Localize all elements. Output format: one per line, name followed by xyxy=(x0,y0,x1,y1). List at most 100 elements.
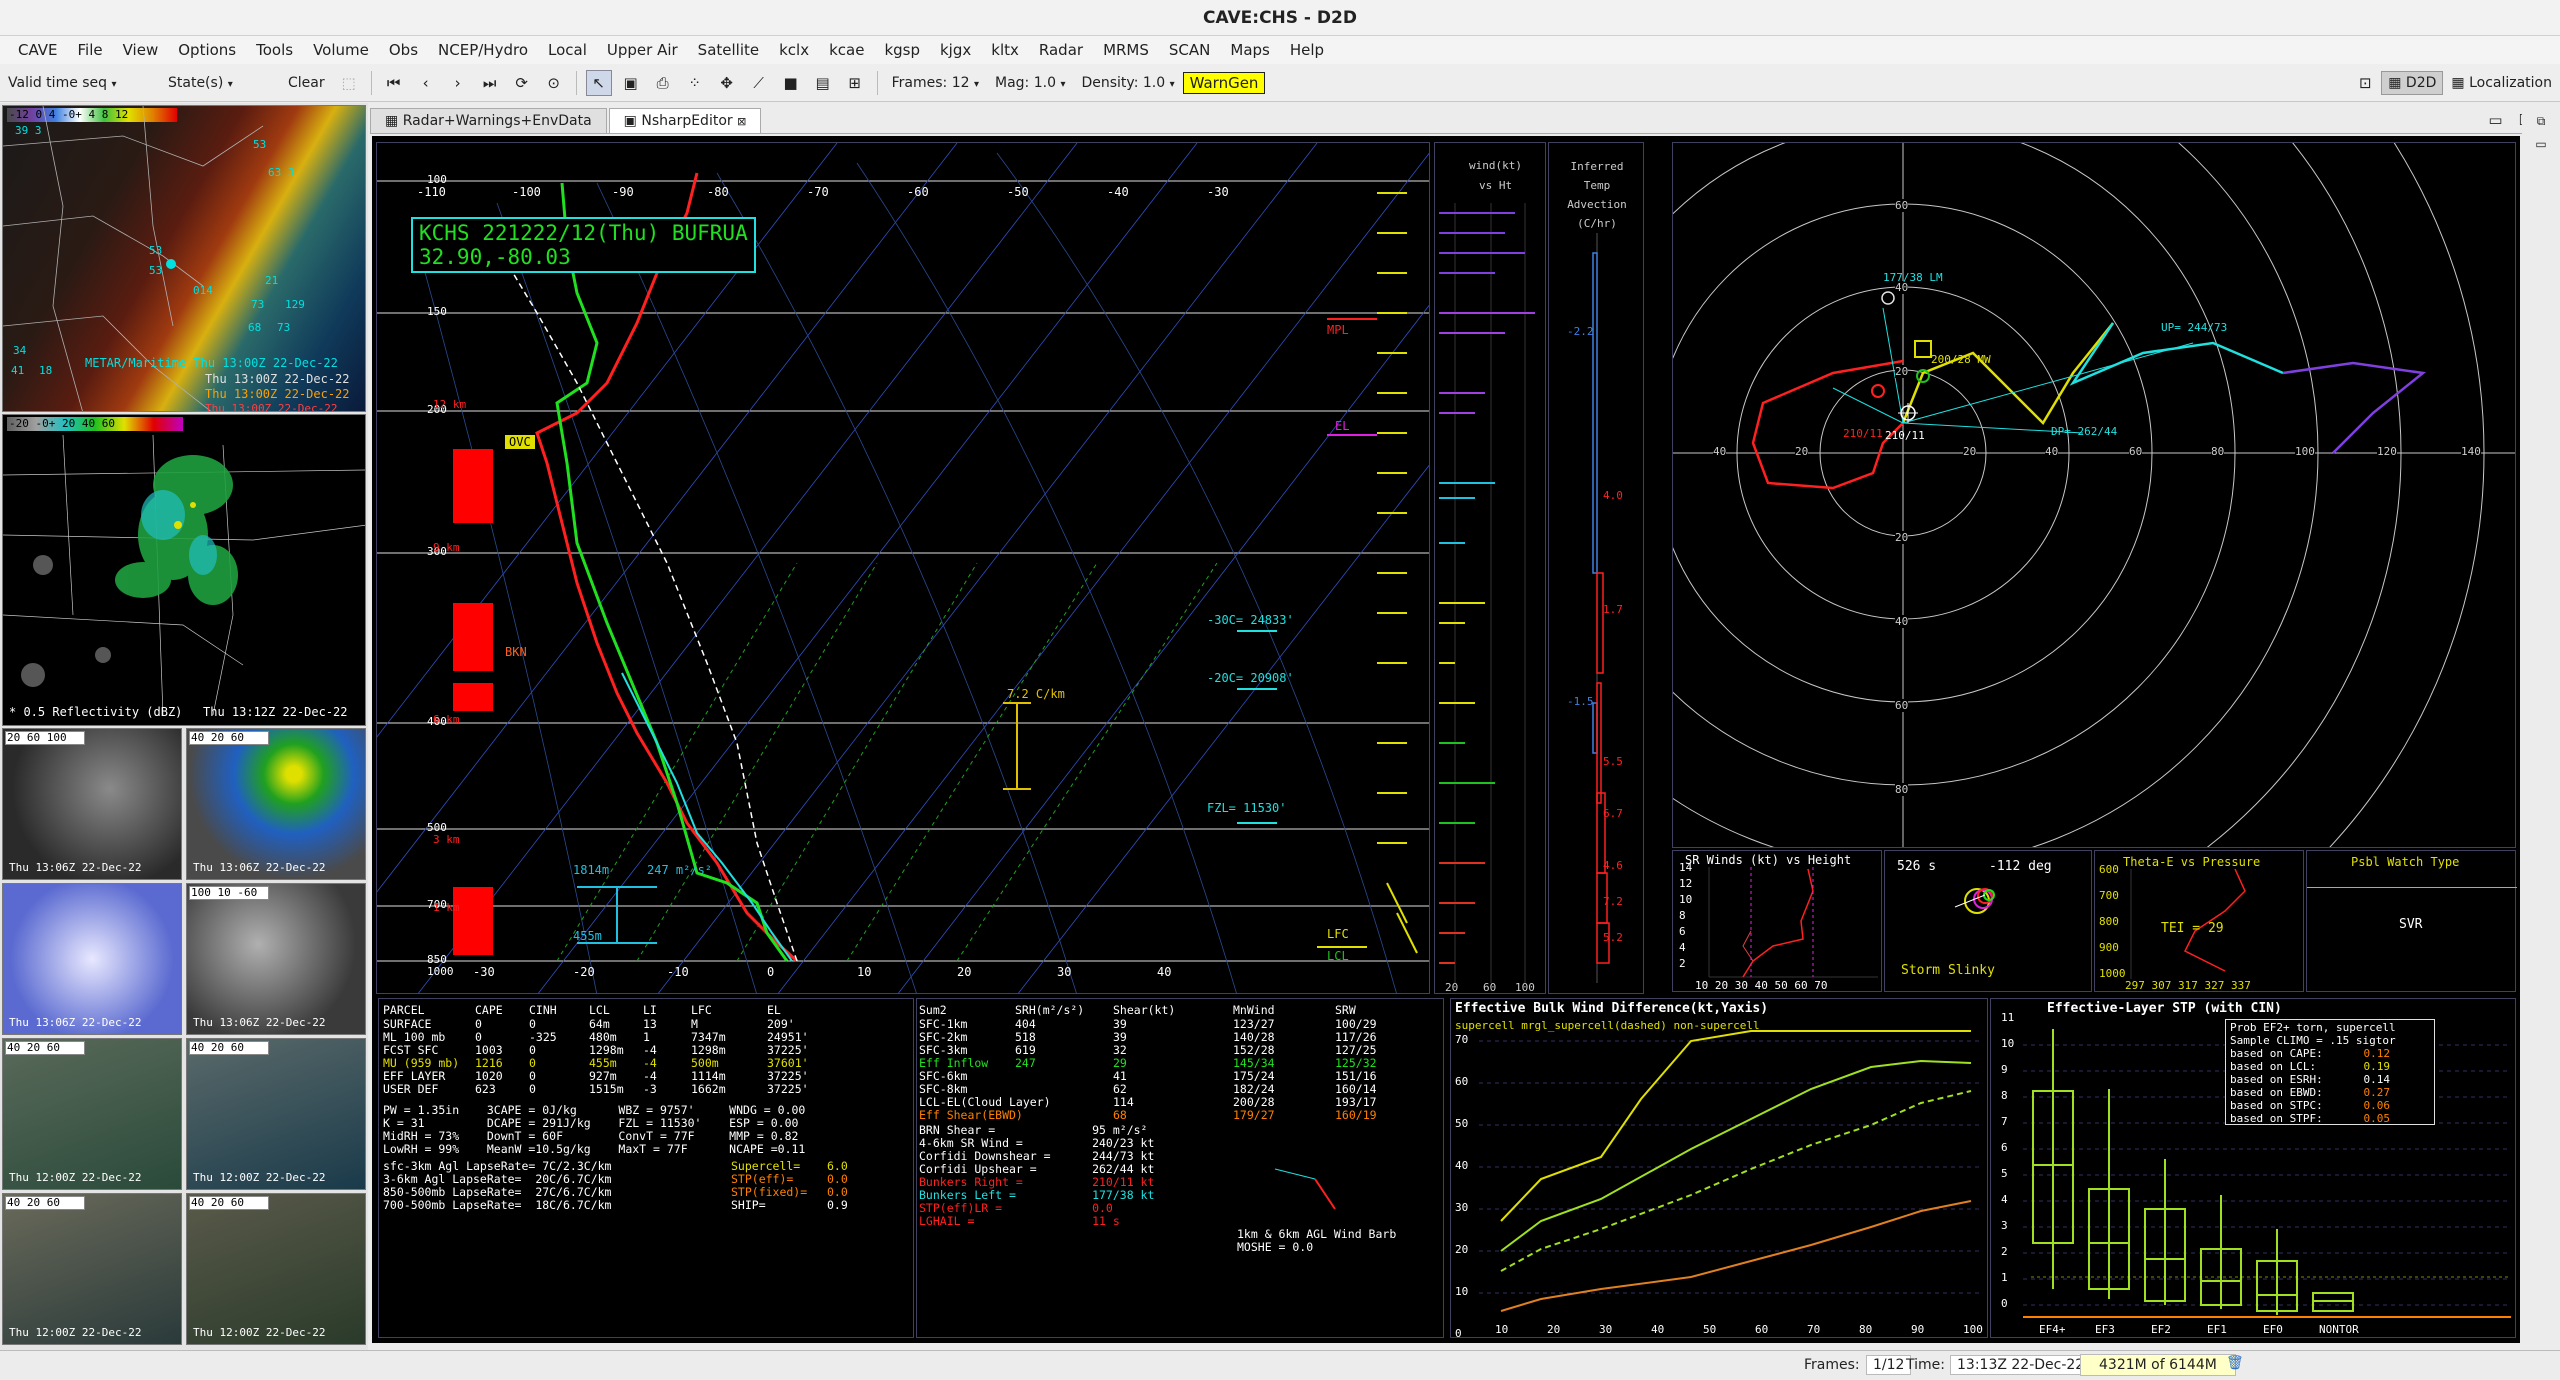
wind-barb-plot xyxy=(1274,1168,1336,1210)
image-icon[interactable]: ▣ xyxy=(618,70,644,96)
skewt-panel[interactable]: KCHS 221222/12(Thu) BUFRUA 32.90,-80.03 … xyxy=(376,142,1430,994)
left-panes: -12 0 4 -0+ 4 8 12 39 3 53 63 3 53 53 014 21… xyxy=(0,103,368,1350)
kinematic-extra-row: Bunkers Right = 210/11 kt xyxy=(919,1175,1155,1189)
points-icon[interactable]: ⁘ xyxy=(682,70,708,96)
first-frame-icon[interactable]: ⏮ xyxy=(381,70,407,96)
bottom-temp-label: 20 xyxy=(957,965,972,979)
tab-radar-warnings[interactable]: ▦ Radar+Warnings+EnvData xyxy=(370,108,607,133)
menu-kjgx[interactable]: kjgx xyxy=(930,41,981,59)
hodograph-plot xyxy=(1673,143,2515,847)
menu-kgsp[interactable]: kgsp xyxy=(874,41,930,59)
kinematic-cell: 619 xyxy=(1015,1043,1036,1057)
stp-based-label: based on STPC: xyxy=(2230,1099,2323,1112)
small-pane-6[interactable]: 40 20 60 Thu 12:00Z 22-Dec-22 xyxy=(186,1038,366,1190)
menu-local[interactable]: Local xyxy=(538,41,597,59)
small-pane-5[interactable]: 40 20 60 Thu 12:00Z 22-Dec-22 xyxy=(2,1038,182,1190)
menu-ncep-hydro[interactable]: NCEP/Hydro xyxy=(428,41,538,59)
clear-icon[interactable]: ⬚ xyxy=(336,70,362,96)
menu-kltx[interactable]: kltx xyxy=(981,41,1029,59)
menu-view[interactable]: View xyxy=(113,41,169,59)
svg-text:18: 18 xyxy=(39,364,52,377)
separator xyxy=(575,70,577,95)
kinematic-cell: 114 xyxy=(1113,1095,1134,1109)
menu-help[interactable]: Help xyxy=(1280,41,1334,59)
menu-maps[interactable]: Maps xyxy=(1220,41,1279,59)
line-icon[interactable]: ⟋ xyxy=(746,70,772,96)
refresh-icon[interactable]: ⊙ xyxy=(541,70,567,96)
small-pane-3[interactable]: Thu 13:06Z 22-Dec-22 xyxy=(2,883,182,1035)
menu-scan[interactable]: SCAN xyxy=(1159,41,1220,59)
pane-time: Thu 12:00Z 22-Dec-22 xyxy=(193,1326,326,1339)
print-icon[interactable]: ⎙ xyxy=(650,70,676,96)
minimize-icon[interactable]: ▭ xyxy=(2480,107,2510,133)
menu-upper-air[interactable]: Upper Air xyxy=(597,41,688,59)
temp-adv-value: 4.6 xyxy=(1603,859,1623,872)
menu-satellite[interactable]: Satellite xyxy=(688,41,769,59)
hodograph-panel[interactable]: 60 40 20 20 40 60 80 40 20 20 40 60 80 100 120 140 177/3… xyxy=(1672,142,2516,848)
clear-button[interactable]: Clear xyxy=(280,75,333,91)
tab-nsharp-editor[interactable]: ▣ NsharpEditor ⊠ xyxy=(608,108,762,133)
menu-options[interactable]: Options xyxy=(168,41,246,59)
menu-radar[interactable]: Radar xyxy=(1029,41,1093,59)
menu-cave[interactable]: CAVE xyxy=(8,41,68,59)
four-panel-icon[interactable]: ⊞ xyxy=(842,70,868,96)
states-dropdown[interactable]: State(s) ▾ xyxy=(160,75,280,91)
stp-y-label: 4 xyxy=(2001,1193,2008,1206)
parcel-cell: -4 xyxy=(643,1043,657,1057)
stp-based-value: 0.05 xyxy=(2363,1112,2391,1125)
time-mode-dropdown[interactable]: Valid time seq ▾ xyxy=(0,75,160,91)
metar-pane[interactable]: -12 0 4 -0+ 4 8 12 39 3 53 63 3 53 53 014 21… xyxy=(2,105,366,412)
mag-dropdown[interactable]: Mag: 1.0 ▾ xyxy=(987,75,1073,91)
menu-file[interactable]: File xyxy=(68,41,113,59)
close-icon[interactable]: ⊠ xyxy=(737,115,746,128)
menu-kclx[interactable]: kclx xyxy=(769,41,819,59)
menu-obs[interactable]: Obs xyxy=(379,41,428,59)
pane-time: Thu 12:00Z 22-Dec-22 xyxy=(9,1171,142,1184)
small-pane-1[interactable]: 20 60 100 Thu 13:06Z 22-Dec-22 xyxy=(2,728,182,880)
trash-icon[interactable]: 🗑 xyxy=(2226,1355,2244,1371)
parcel-cell: 1114m xyxy=(691,1069,726,1083)
parcel-cell: 927m xyxy=(589,1069,617,1083)
restore-icon[interactable]: ⧉ xyxy=(2532,114,2550,129)
parcel-cell: -4 xyxy=(643,1056,657,1070)
menu-mrms[interactable]: MRMS xyxy=(1093,41,1159,59)
warngen-button[interactable]: WarnGen xyxy=(1182,71,1266,94)
stp-y-label: 11 xyxy=(2001,1011,2015,1024)
nsharp-editor[interactable]: KCHS 221222/12(Thu) BUFRUA 32.90,-80.03 … xyxy=(372,136,2520,1343)
small-pane-4[interactable]: 100 10 -60 Thu 13:06Z 22-Dec-22 xyxy=(186,883,366,1035)
pan-icon[interactable]: ✥ xyxy=(714,70,740,96)
multi-panel-icon[interactable]: ▤ xyxy=(810,70,836,96)
annotation-m30c: -30C= 24833' xyxy=(1207,613,1294,627)
frames-dropdown[interactable]: Frames: 12 ▾ xyxy=(884,75,987,91)
kinematic-cell: LCL-EL(Cloud Layer) xyxy=(919,1095,1051,1109)
small-pane-8[interactable]: 40 20 60 Thu 12:00Z 22-Dec-22 xyxy=(186,1193,366,1345)
stp-based-row: based on STPC: 0.06 xyxy=(2230,1099,2430,1112)
loop-icon[interactable]: ⟳ xyxy=(509,70,535,96)
menu-kcae[interactable]: kcae xyxy=(819,41,874,59)
height-label: 6 km xyxy=(433,713,460,726)
bulk-y-label: 40 xyxy=(1455,1159,1469,1172)
last-frame-icon[interactable]: ⏭ xyxy=(477,70,503,96)
stp-climo: Sample CLIMO = .15 sigtor xyxy=(2230,1034,2396,1047)
menu-volume[interactable]: Volume xyxy=(303,41,379,59)
hodo-x-label: 60 xyxy=(2129,445,2143,458)
radar-pane[interactable]: -20 -0+ 20 40 60 * 0.5 Reflectivity (dBZ… xyxy=(2,414,366,726)
single-panel-icon[interactable]: ■ xyxy=(778,70,804,96)
prev-frame-icon[interactable]: ‹ xyxy=(413,70,439,96)
perspective-icon[interactable]: ⊡ xyxy=(2352,70,2378,96)
pointer-icon[interactable]: ↖ xyxy=(585,69,612,96)
kinematic-cell: 123/27 xyxy=(1233,1017,1275,1031)
time-status-value: 13:13Z 22-Dec-22 xyxy=(1950,1355,2092,1375)
small-pane-2[interactable]: 40 20 60 Thu 13:06Z 22-Dec-22 xyxy=(186,728,366,880)
d2d-perspective-button[interactable]: ▦ D2D xyxy=(2381,70,2444,95)
density-dropdown[interactable]: Density: 1.0 ▾ xyxy=(1073,75,1182,91)
view-icon[interactable]: ▭ xyxy=(2532,137,2550,151)
localization-perspective-button[interactable]: ▦ Localization xyxy=(2443,75,2560,91)
small-pane-7[interactable]: 40 20 60 Thu 12:00Z 22-Dec-22 xyxy=(2,1193,182,1345)
metar-label: METAR/Maritime Thu 13:00Z 22-Dec-22 xyxy=(85,356,338,370)
menu-tools[interactable]: Tools xyxy=(246,41,303,59)
next-frame-icon[interactable]: › xyxy=(445,70,471,96)
hodo-rm: 210/11 xyxy=(1843,427,1883,440)
svg-text:53: 53 xyxy=(149,264,162,277)
stp-based-label: based on EBWD: xyxy=(2230,1086,2323,1099)
